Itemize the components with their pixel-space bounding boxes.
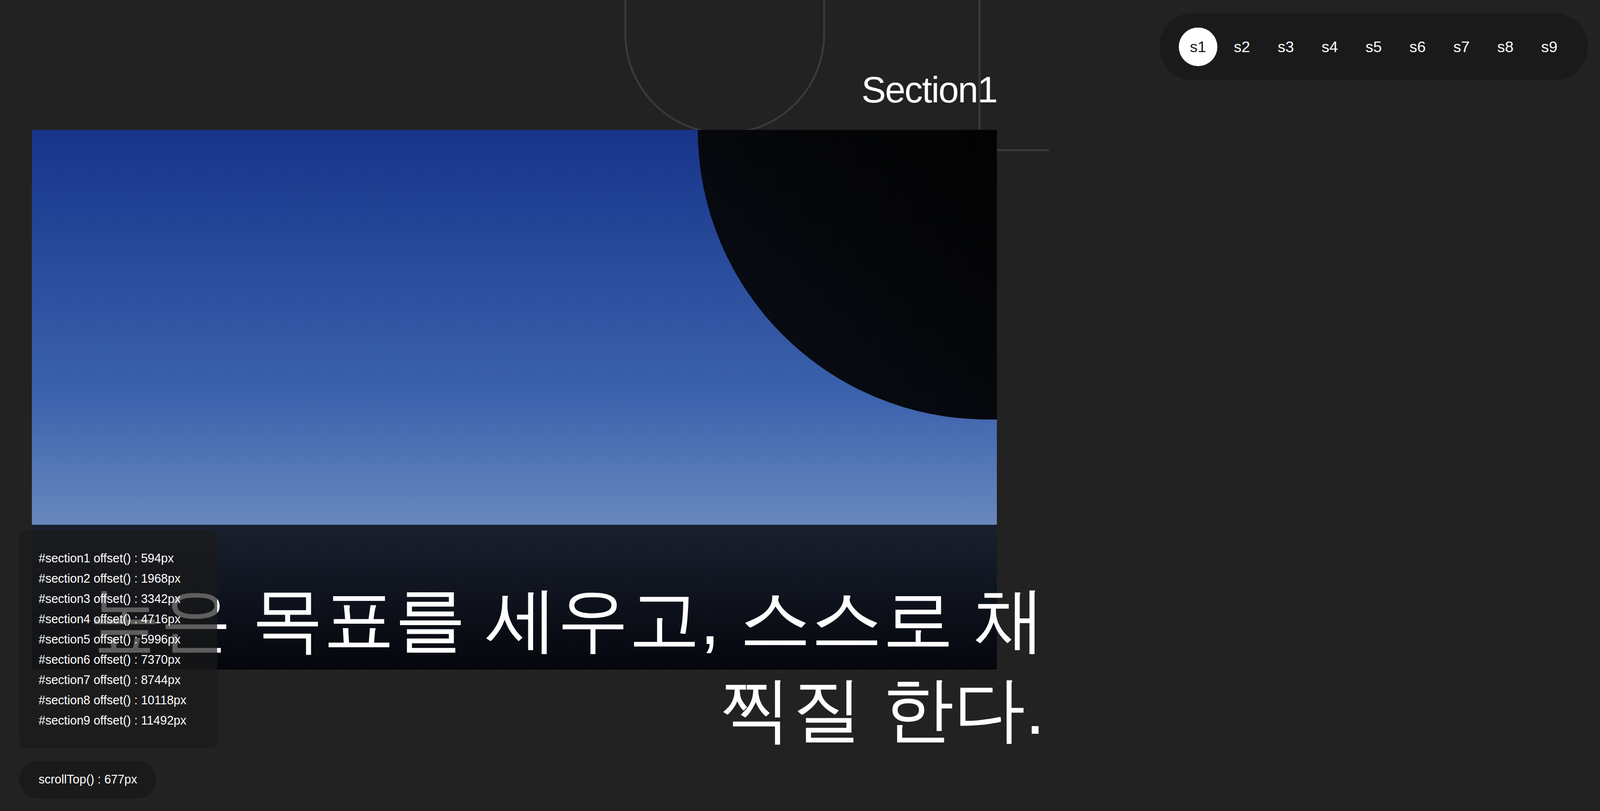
- nav-item[interactable]: s6: [1398, 27, 1437, 67]
- offset-row: #section4 offset() : 4716px: [38, 608, 198, 629]
- nav-item[interactable]: s1: [1178, 27, 1218, 67]
- offset-row: #section9 offset() : 11492px: [38, 709, 198, 731]
- nav-item[interactable]: s3: [1266, 27, 1306, 67]
- nav-item[interactable]: s5: [1354, 27, 1394, 67]
- section-nav: s1s2s3s4s5s6s7s8s9: [1159, 13, 1588, 81]
- offset-row: #section2 offset() : 1968px: [38, 567, 198, 589]
- nav-item[interactable]: s8: [1486, 27, 1525, 67]
- offset-row: #section5 offset() : 5996px: [38, 628, 198, 649]
- nav-item[interactable]: s9: [1530, 27, 1569, 67]
- section-title: Section1: [861, 70, 997, 110]
- offset-row: #section1 offset() : 594px: [38, 547, 198, 568]
- scroll-indicator: scrollTop() : 677px: [19, 760, 157, 799]
- offset-row: #section6 offset() : 7370px: [38, 648, 198, 670]
- offset-panel: #section1 offset() : 594px#section2 offs…: [19, 529, 218, 748]
- offset-row: #section8 offset() : 10118px: [38, 689, 198, 710]
- offset-row: #section7 offset() : 8744px: [38, 669, 198, 690]
- nav-item[interactable]: s7: [1442, 27, 1481, 67]
- nav-item[interactable]: s2: [1222, 27, 1262, 67]
- page: Section1높은 목표를 세우고, 스스로 채찍질 한다.s1s2s3s4s…: [0, 0, 1600, 811]
- offset-row: #section3 offset() : 3342px: [38, 588, 198, 609]
- nav-item[interactable]: s4: [1310, 27, 1350, 67]
